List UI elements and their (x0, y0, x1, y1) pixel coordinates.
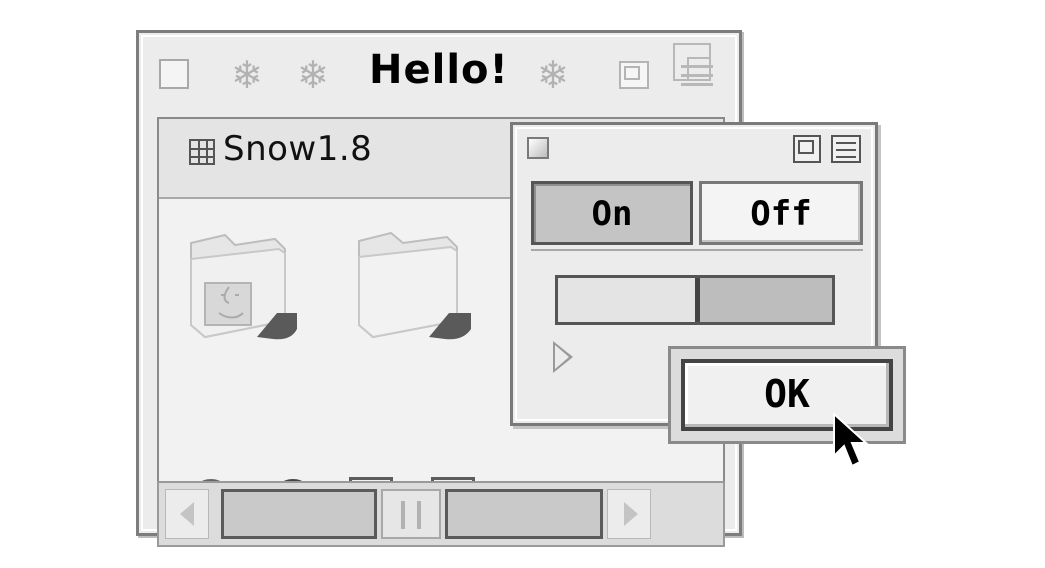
window-title: Hello! (369, 47, 509, 93)
grow-box-icon[interactable] (673, 43, 713, 83)
scroll-right-arrow-icon[interactable] (607, 489, 651, 539)
segment-on[interactable]: On (531, 181, 693, 245)
zoom-box-icon[interactable] (793, 135, 821, 163)
close-box-icon[interactable] (159, 59, 189, 89)
scroll-thumb[interactable] (381, 489, 441, 539)
snowflake-icon: ❄ (231, 53, 263, 97)
grid-icon (189, 139, 215, 165)
scroll-left-arrow-icon[interactable] (165, 489, 209, 539)
zoom-box-icon[interactable] (619, 61, 649, 89)
finder-folder-icon[interactable] (185, 229, 305, 345)
folder-icon[interactable] (351, 229, 471, 345)
snowflake-icon: ❄ (297, 53, 329, 97)
divider (531, 249, 863, 251)
segment-off[interactable]: Off (699, 181, 863, 245)
arrow-cursor-icon (832, 411, 872, 472)
header-label: Snow1.8 (223, 129, 373, 169)
scroll-track-right[interactable] (445, 489, 603, 539)
horizontal-scrollbar[interactable] (157, 481, 725, 547)
close-box-icon[interactable] (527, 137, 549, 159)
snowflake-icon: ❄ (537, 53, 569, 97)
slider-fill (558, 278, 700, 322)
scroll-track-left[interactable] (221, 489, 377, 539)
windowshade-icon[interactable] (831, 135, 861, 163)
title-bar[interactable]: ❄ ❄ Hello! ❄ (145, 39, 733, 113)
disclosure-triangle-icon[interactable] (553, 341, 573, 373)
slider[interactable] (555, 275, 835, 325)
